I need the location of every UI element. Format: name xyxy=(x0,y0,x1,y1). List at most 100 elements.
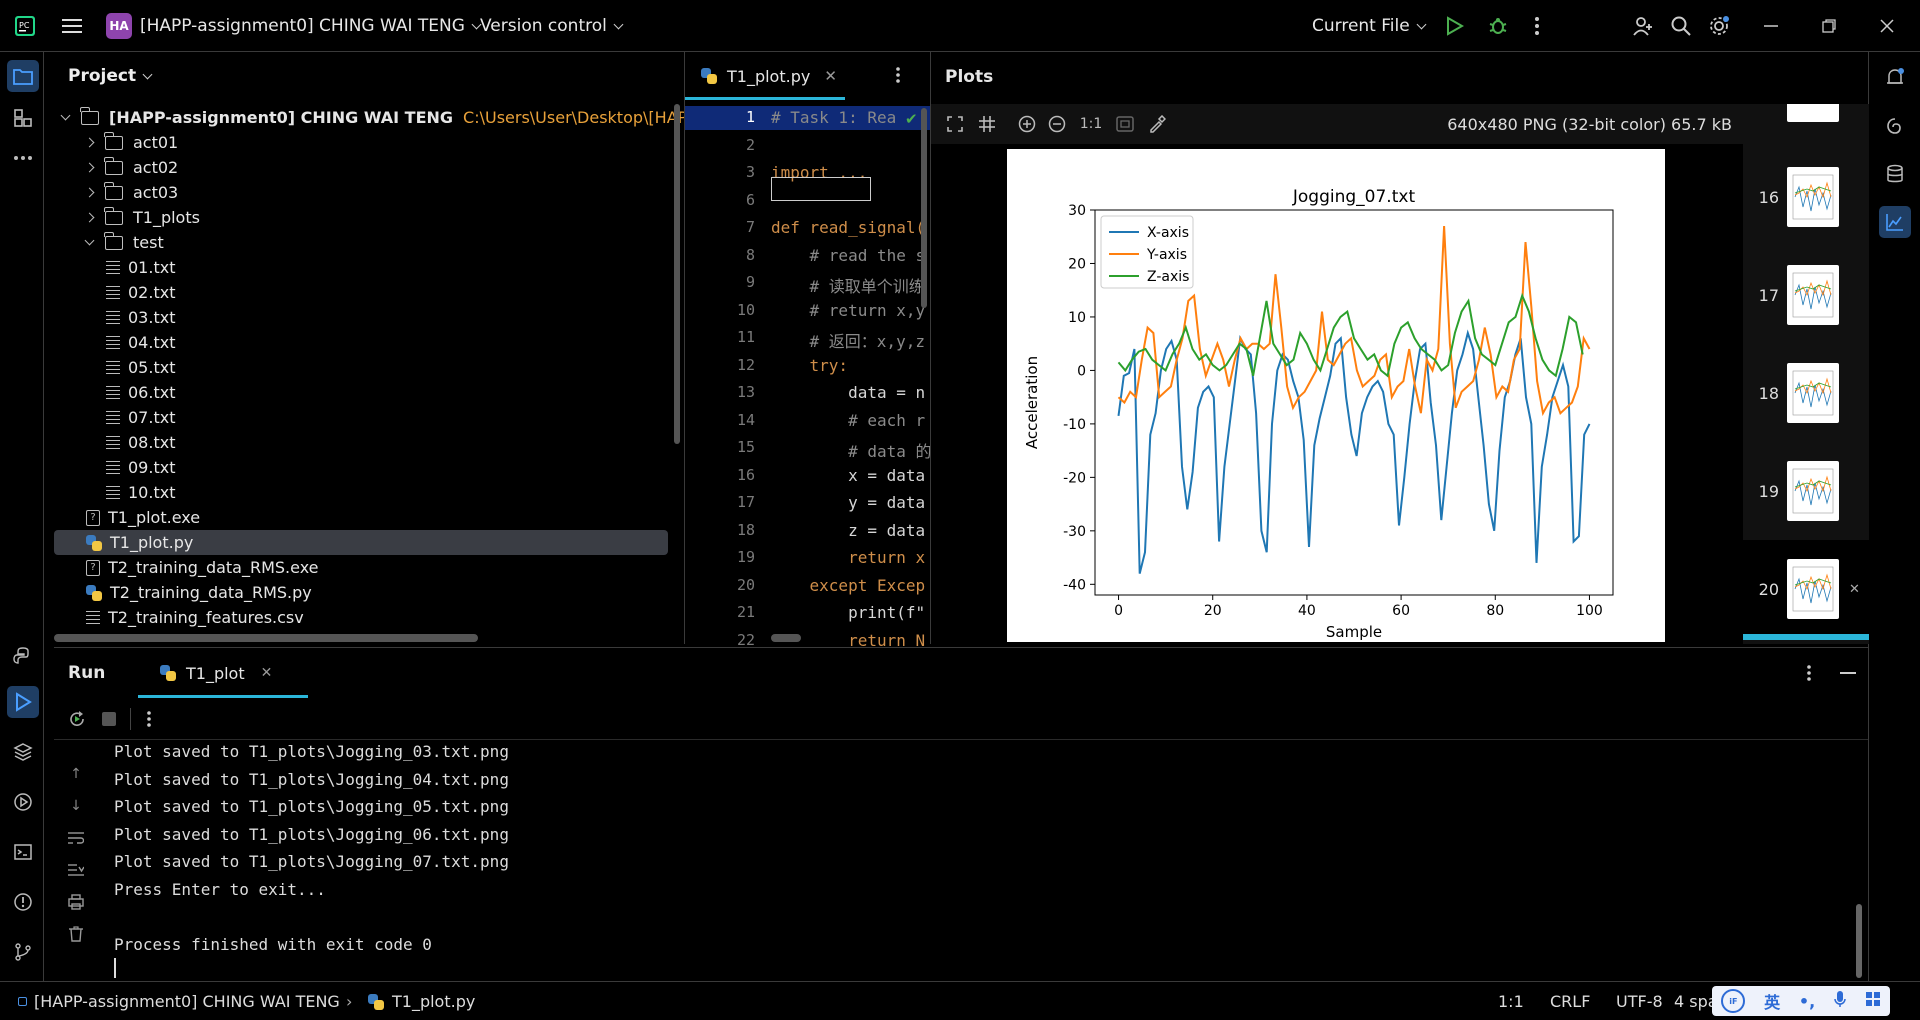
chevron-right-icon[interactable] xyxy=(84,187,95,198)
scroll-up-icon[interactable]: ↑ xyxy=(66,764,86,784)
tree-root[interactable]: [HAPP-assignment0] CHING WAI TENG C:\Use… xyxy=(60,105,687,130)
close-window-icon[interactable] xyxy=(1880,0,1894,52)
thumbnail-partial[interactable] xyxy=(1787,104,1839,122)
tree-item[interactable]: 03.txt xyxy=(106,305,175,330)
services-tool-button[interactable] xyxy=(7,786,39,818)
actual-size-button[interactable]: 1:1 xyxy=(1077,114,1105,134)
structure-tool-button[interactable] xyxy=(7,102,39,134)
grid-toggle-icon[interactable] xyxy=(977,114,997,134)
tree-item[interactable]: 01.txt xyxy=(106,255,175,280)
file-encoding[interactable]: UTF-8 xyxy=(1616,982,1663,1020)
project-switcher[interactable]: HA [HAPP-assignment0] CHING WAI TENG xyxy=(106,0,482,52)
rerun-icon[interactable] xyxy=(68,710,86,732)
hide-panel-icon[interactable] xyxy=(1840,672,1856,674)
project-tool-button[interactable] xyxy=(7,60,39,92)
more-actions-icon[interactable] xyxy=(1534,0,1540,52)
print-icon[interactable] xyxy=(66,892,86,912)
tree-item[interactable]: 05.txt xyxy=(106,355,175,380)
notifications-button[interactable] xyxy=(1879,62,1911,94)
ime-punctuation-icon[interactable]: •, xyxy=(1799,992,1815,1011)
git-tool-button[interactable] xyxy=(7,936,39,968)
tree-item[interactable]: act01 xyxy=(84,130,178,155)
breadcrumb-file[interactable]: T1_plot.py xyxy=(368,982,475,1020)
tree-item[interactable]: act03 xyxy=(84,180,178,205)
zoom-out-icon[interactable] xyxy=(1047,114,1067,134)
tree-item[interactable]: 02.txt xyxy=(106,280,175,305)
chevron-right-icon[interactable] xyxy=(84,162,95,173)
line-separator[interactable]: CRLF xyxy=(1550,982,1590,1020)
tree-item[interactable]: 04.txt xyxy=(106,330,175,355)
tree-item[interactable]: T1_plots xyxy=(84,205,200,230)
plot-thumbnail[interactable]: 20 ✕ xyxy=(1743,540,1869,638)
tree-item[interactable]: test xyxy=(84,230,164,255)
scroll-to-end-icon[interactable] xyxy=(66,860,86,880)
tree-item[interactable]: ? T1_plot.exe xyxy=(86,505,200,530)
tree-item[interactable]: T1_plot.py xyxy=(54,530,668,555)
tree-item[interactable]: T2_training_features.csv xyxy=(86,605,304,630)
app-logo-icon[interactable]: PC xyxy=(14,0,36,52)
tree-item[interactable]: 07.txt xyxy=(106,405,175,430)
scroll-down-icon[interactable]: ↓ xyxy=(66,796,86,816)
folded-import-region[interactable] xyxy=(771,177,871,201)
vcs-menu[interactable]: Version control xyxy=(480,0,624,52)
editor-vertical-scrollbar[interactable] xyxy=(921,108,927,308)
main-menu-icon[interactable] xyxy=(62,0,82,52)
ime-logo-icon[interactable]: iF xyxy=(1721,989,1746,1013)
layers-tool-button[interactable] xyxy=(7,736,39,768)
settings-gear-icon[interactable] xyxy=(1708,0,1730,52)
chevron-right-icon[interactable] xyxy=(84,212,95,223)
run-toolbar-more-icon[interactable] xyxy=(146,710,152,732)
sciview-button[interactable] xyxy=(1879,206,1911,238)
project-vertical-scrollbar[interactable] xyxy=(674,104,680,444)
ai-assistant-button[interactable] xyxy=(1879,110,1911,142)
tree-item[interactable]: 08.txt xyxy=(106,430,175,455)
ime-microphone-icon[interactable] xyxy=(1834,990,1846,1012)
database-button[interactable] xyxy=(1879,158,1911,190)
search-icon[interactable] xyxy=(1670,0,1692,52)
run-config-selector[interactable]: Current File xyxy=(1312,0,1427,52)
breadcrumb-project[interactable]: [HAPP-assignment0] CHING WAI TENG xyxy=(34,982,340,1020)
zoom-in-icon[interactable] xyxy=(1017,114,1037,134)
project-horizontal-scrollbar[interactable] xyxy=(54,634,478,642)
run-panel-more-icon[interactable] xyxy=(1806,664,1812,686)
chevron-down-icon[interactable] xyxy=(84,235,95,246)
tree-item[interactable]: act02 xyxy=(84,155,178,180)
editor-tab-more-icon[interactable] xyxy=(895,66,901,88)
python-packages-button[interactable] xyxy=(7,640,39,672)
plot-thumbnail[interactable]: 19 xyxy=(1743,442,1869,540)
chevron-right-icon[interactable] xyxy=(84,137,95,148)
plot-thumbnail[interactable]: 16 xyxy=(1743,148,1869,246)
run-tool-button[interactable] xyxy=(7,686,39,718)
debug-icon[interactable] xyxy=(1488,0,1508,52)
cursor-position[interactable]: 1:1 xyxy=(1498,982,1524,1020)
restore-window-icon[interactable] xyxy=(1822,0,1836,52)
close-run-tab-icon[interactable]: ✕ xyxy=(261,665,273,681)
run-button[interactable] xyxy=(1446,0,1464,52)
soft-wrap-icon[interactable] xyxy=(66,828,86,848)
terminal-tool-button[interactable] xyxy=(7,836,39,868)
plot-thumbnail[interactable]: 18 xyxy=(1743,344,1869,442)
close-tab-icon[interactable]: ✕ xyxy=(824,67,837,85)
project-panel-header[interactable]: Project xyxy=(68,66,153,86)
inspection-ok-icon[interactable]: ✔ xyxy=(905,110,918,128)
minimize-window-icon[interactable] xyxy=(1764,0,1778,52)
color-picker-icon[interactable] xyxy=(1147,114,1167,134)
more-tools-button[interactable] xyxy=(7,142,39,174)
editor-horizontal-scrollbar[interactable] xyxy=(771,634,801,642)
close-thumbnail-icon[interactable]: ✕ xyxy=(1849,582,1860,597)
fit-window-icon[interactable] xyxy=(1115,114,1135,134)
stop-icon[interactable] xyxy=(102,712,116,726)
clear-all-icon[interactable] xyxy=(66,924,86,944)
ime-apps-icon[interactable] xyxy=(1865,991,1881,1011)
tree-item[interactable]: 09.txt xyxy=(106,455,175,480)
plot-thumbnail[interactable]: 17 xyxy=(1743,246,1869,344)
console-scrollbar[interactable] xyxy=(1856,904,1862,978)
problems-tool-button[interactable] xyxy=(7,886,39,918)
add-user-icon[interactable] xyxy=(1632,0,1654,52)
tree-item[interactable]: 10.txt xyxy=(106,480,175,505)
tree-item[interactable]: 06.txt xyxy=(106,380,175,405)
run-tab-t1-plot[interactable]: T1_plot ✕ xyxy=(138,648,308,698)
tree-item[interactable]: T2_training_data_RMS.py xyxy=(86,580,312,605)
console-output[interactable]: Plot saved to T1_plots\Jogging_03.txt.pn… xyxy=(114,740,1854,980)
tree-item[interactable]: ? T2_training_data_RMS.exe xyxy=(86,555,319,580)
